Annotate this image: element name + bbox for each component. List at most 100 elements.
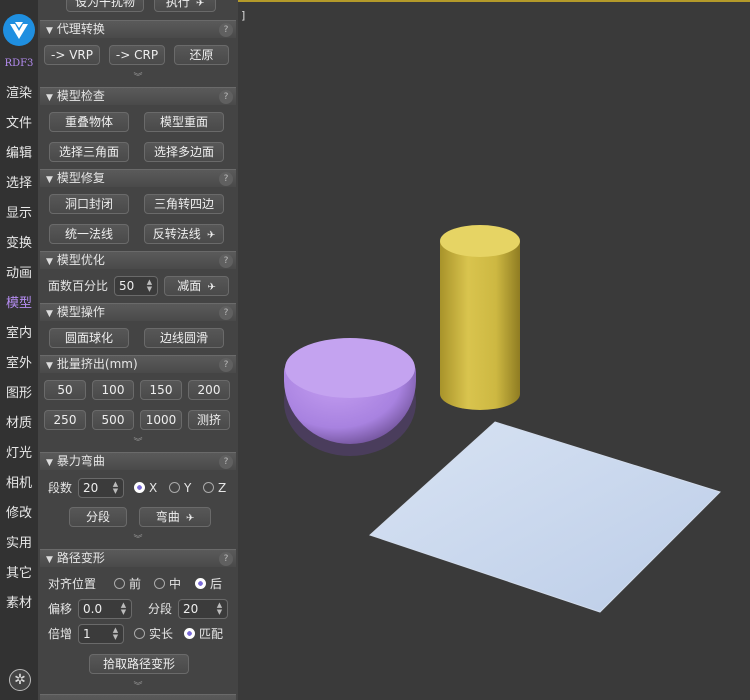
spinner-arrows-icon[interactable]: ▲ ▼ — [144, 279, 155, 293]
align-back-label: 后 — [210, 577, 223, 591]
expand-chevron-icon[interactable]: ︾ — [38, 73, 238, 83]
face-percent-label: 面数百分比 — [48, 279, 109, 293]
nav-item-display[interactable]: 显示 — [0, 202, 38, 226]
select-polygons-button[interactable]: 选择多边面 — [144, 142, 224, 162]
help-icon[interactable]: ? — [219, 306, 233, 320]
section-check-header[interactable]: ▼ 模型检查 ? — [40, 87, 236, 105]
spinner-arrows-icon[interactable]: ▲ ▼ — [214, 602, 225, 616]
help-icon[interactable]: ? — [219, 254, 233, 268]
bend-button[interactable]: 弯曲 ✈ — [139, 507, 211, 527]
nav-item-interior[interactable]: 室内 — [0, 322, 38, 346]
face-percent-spinner[interactable]: 50 ▲ ▼ — [114, 276, 158, 296]
align-middle-radio[interactable]: 中 — [154, 575, 181, 593]
extrude-50-button[interactable]: 50 — [44, 380, 86, 400]
bend-segment-button[interactable]: 分段 — [69, 507, 127, 527]
align-middle-label: 中 — [169, 577, 182, 591]
edge-round-button[interactable]: 边线圆滑 — [144, 328, 224, 348]
section-path-header[interactable]: ▼ 路径变形 ? — [40, 549, 236, 567]
duplicate-faces-button[interactable]: 模型重面 — [144, 112, 224, 132]
align-front-radio[interactable]: 前 — [114, 575, 141, 593]
extrude-100-button[interactable]: 100 — [92, 380, 134, 400]
path-segments-spinner[interactable]: 20 ▲ ▼ — [178, 599, 228, 619]
help-icon[interactable]: ? — [219, 455, 233, 469]
help-icon[interactable]: ? — [219, 90, 233, 104]
axis-y-radio[interactable]: Y — [169, 479, 191, 497]
spherify-button[interactable]: 圆面球化 — [49, 328, 129, 348]
nav-item-material[interactable]: 材质 — [0, 412, 38, 436]
section-next-header[interactable] — [40, 694, 236, 700]
help-icon[interactable]: ? — [219, 358, 233, 372]
set-disturb-button[interactable]: 设为干扰物 — [66, 0, 144, 12]
restore-button[interactable]: 还原 — [174, 45, 229, 65]
nav-item-edit[interactable]: 编辑 — [0, 142, 38, 166]
spinner-arrows-icon[interactable]: ▲ ▼ — [110, 481, 121, 495]
flip-normals-button[interactable]: 反转法线 ✈ — [144, 224, 224, 244]
axis-z-radio[interactable]: Z — [203, 479, 226, 497]
multiply-spinner[interactable]: 1 ▲ ▼ — [78, 624, 124, 644]
nav-item-select[interactable]: 选择 — [0, 172, 38, 196]
nav-item-render[interactable]: 渲染 — [0, 82, 38, 106]
section-path-title: 路径变形 — [56, 551, 105, 565]
to-vrp-button[interactable]: -> VRP — [44, 45, 100, 65]
settings-gear-icon[interactable]: ✲ — [9, 669, 31, 691]
match-radio[interactable]: 匹配 — [184, 625, 223, 643]
nav-item-assets[interactable]: 素材 — [0, 592, 38, 616]
sphere-object[interactable] — [284, 338, 416, 456]
nav-item-light[interactable]: 灯光 — [0, 442, 38, 466]
extrude-1000-button[interactable]: 1000 — [140, 410, 182, 430]
help-icon[interactable]: ? — [219, 23, 233, 37]
3d-viewport[interactable]: ] — [238, 0, 750, 700]
extrude-250-button[interactable]: 250 — [44, 410, 86, 430]
nav-item-model[interactable]: 模型 — [0, 292, 38, 316]
pick-path-deform-button[interactable]: 拾取路径变形 — [89, 654, 189, 674]
measure-extrude-button[interactable]: 测挤 — [188, 410, 230, 430]
offset-spinner[interactable]: 0.0 ▲ ▼ — [78, 599, 132, 619]
collapse-triangle-icon: ▼ — [46, 175, 53, 185]
to-crp-button[interactable]: -> CRP — [109, 45, 165, 65]
nav-item-other[interactable]: 其它 — [0, 562, 38, 586]
scene-canvas — [284, 225, 721, 613]
select-triangles-button[interactable]: 选择三角面 — [49, 142, 129, 162]
extrude-150-button[interactable]: 150 — [140, 380, 182, 400]
align-back-radio[interactable]: 后 — [195, 575, 222, 593]
overlap-objects-button[interactable]: 重叠物体 — [49, 112, 129, 132]
section-extrude-header[interactable]: ▼ 批量挤出(mm) ? — [40, 355, 236, 373]
plane-object[interactable] — [369, 421, 721, 613]
section-repair-header[interactable]: ▼ 模型修复 ? — [40, 169, 236, 187]
nav-item-animation[interactable]: 动画 — [0, 262, 38, 286]
tri-to-quad-button[interactable]: 三角转四边 — [144, 194, 224, 214]
nav-item-file[interactable]: 文件 — [0, 112, 38, 136]
app-logo-icon[interactable] — [3, 14, 35, 46]
help-icon[interactable]: ? — [219, 172, 233, 186]
bend-segments-spinner[interactable]: 20 ▲ ▼ — [78, 478, 124, 498]
real-length-radio[interactable]: 实长 — [134, 625, 173, 643]
collapse-triangle-icon: ▼ — [46, 257, 53, 267]
nav-item-utility[interactable]: 实用 — [0, 532, 38, 556]
expand-chevron-icon[interactable]: ︾ — [38, 535, 238, 545]
face-percent-value: 50 — [119, 279, 135, 293]
section-proxy-header[interactable]: ▼ 代理转换 ? — [40, 20, 236, 38]
nav-item-transform[interactable]: 变换 — [0, 232, 38, 256]
reduce-faces-button[interactable]: 减面 ✈ — [164, 276, 229, 296]
execute-button[interactable]: 执行 ✈ — [154, 0, 216, 12]
cylinder-object[interactable] — [440, 225, 520, 410]
nav-item-exterior[interactable]: 室外 — [0, 352, 38, 376]
expand-chevron-icon[interactable]: ︾ — [38, 438, 238, 448]
cap-holes-button[interactable]: 洞口封闭 — [49, 194, 129, 214]
expand-chevron-icon[interactable]: ︾ — [38, 682, 238, 692]
spinner-arrows-icon[interactable]: ▲ ▼ — [110, 627, 121, 641]
nav-item-camera[interactable]: 相机 — [0, 472, 38, 496]
section-bend-header[interactable]: ▼ 暴力弯曲 ? — [40, 452, 236, 470]
section-optimize-header[interactable]: ▼ 模型优化 ? — [40, 251, 236, 269]
extrude-200-button[interactable]: 200 — [188, 380, 230, 400]
extrude-500-button[interactable]: 500 — [92, 410, 134, 430]
nav-item-shapes[interactable]: 图形 — [0, 382, 38, 406]
offset-value: 0.0 — [83, 602, 103, 616]
help-icon[interactable]: ? — [219, 552, 233, 566]
unify-normals-button[interactable]: 统一法线 — [49, 224, 129, 244]
spinner-arrows-icon[interactable]: ▲ ▼ — [118, 602, 129, 616]
section-operate-header[interactable]: ▼ 模型操作 ? — [40, 303, 236, 321]
set-disturb-label: 设为干扰物 — [74, 0, 135, 9]
nav-item-modify[interactable]: 修改 — [0, 502, 38, 526]
axis-x-radio[interactable]: X — [134, 479, 157, 497]
